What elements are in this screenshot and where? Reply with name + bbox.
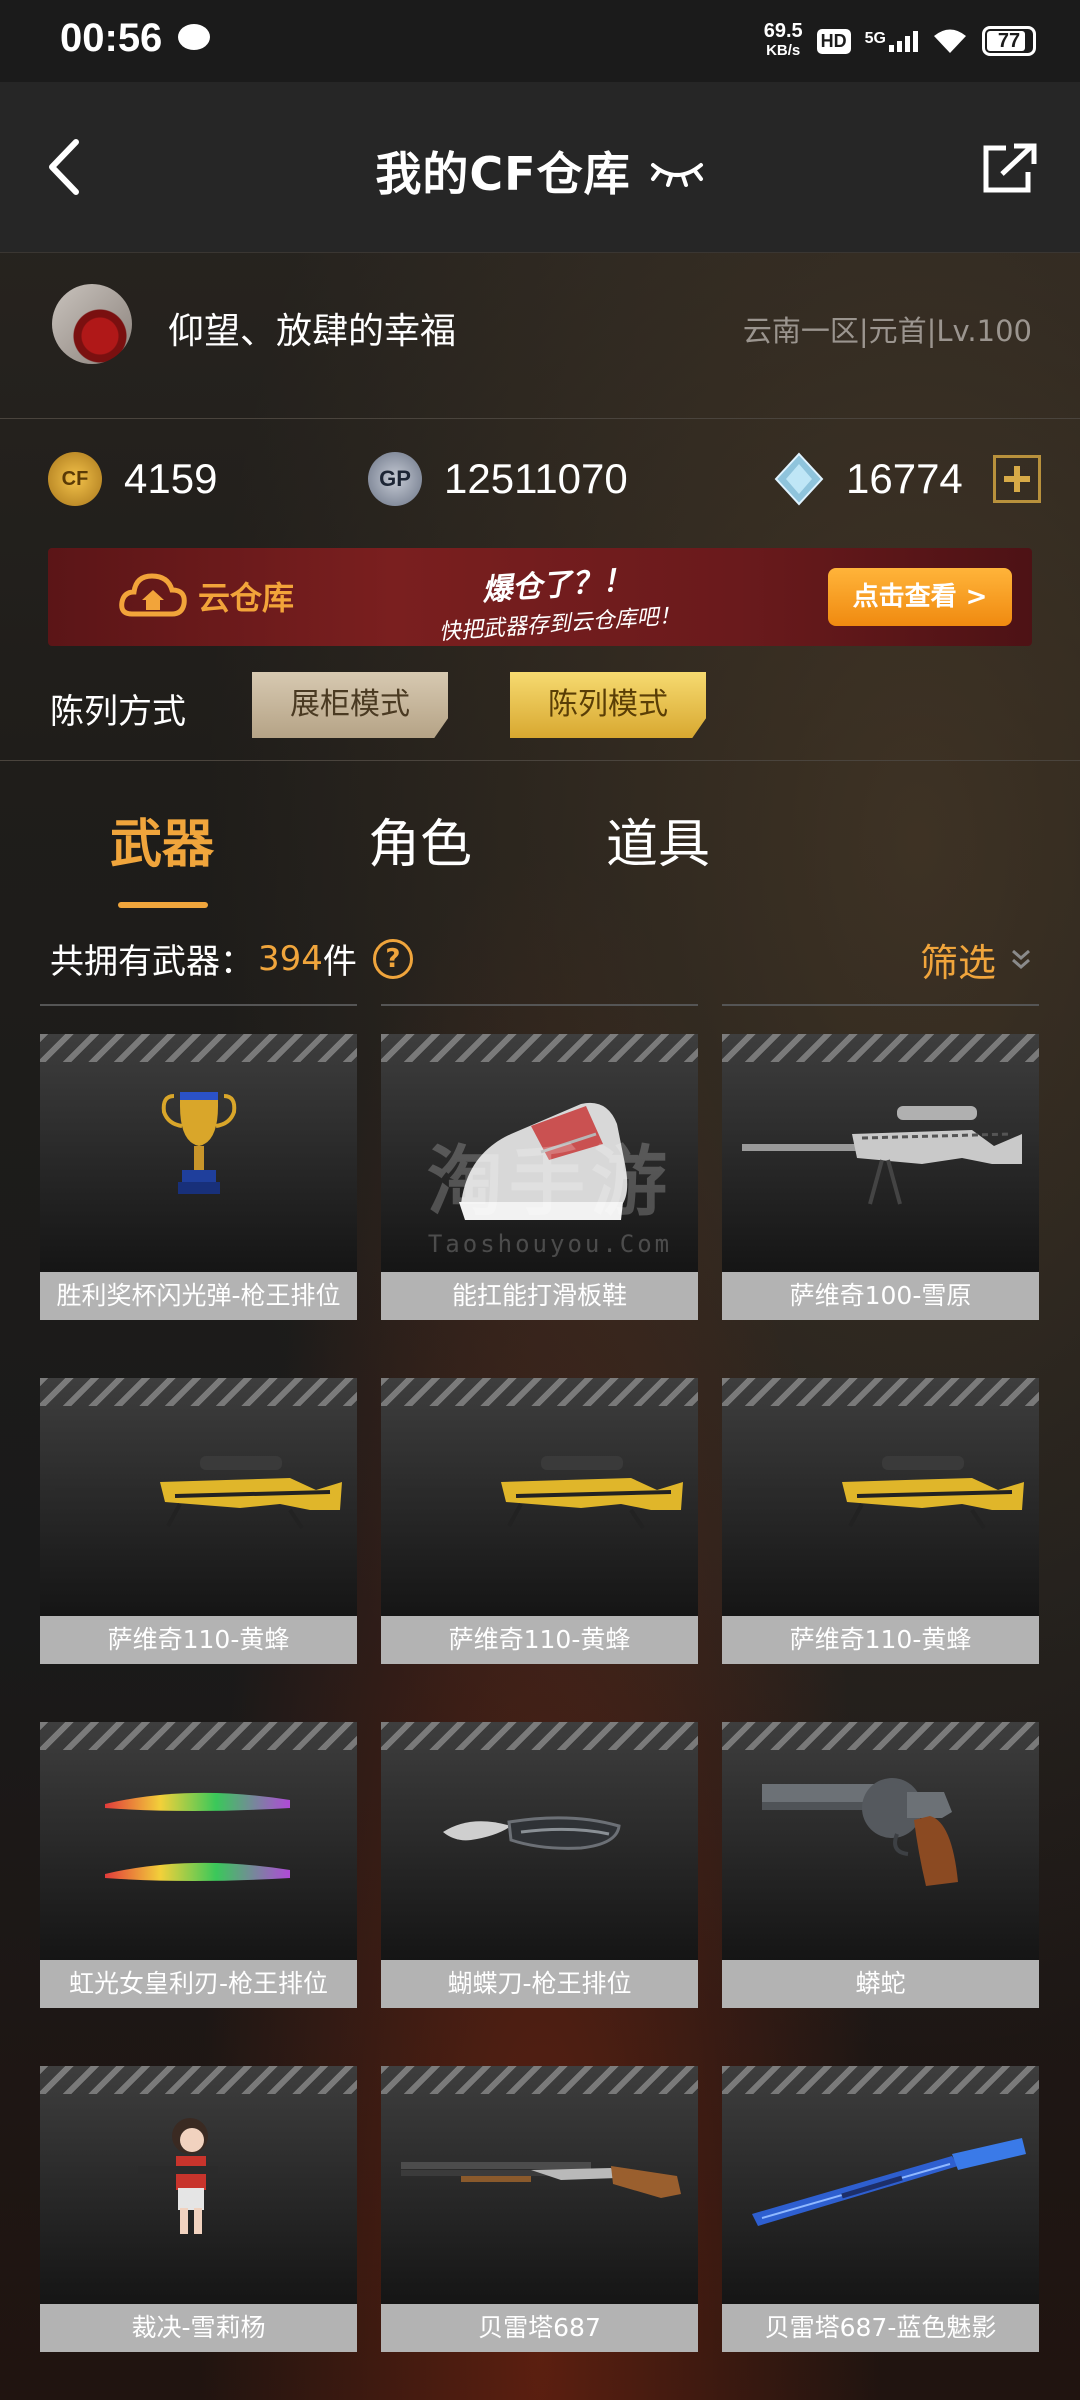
view-cloud-button[interactable]: 点击查看 > — [828, 568, 1012, 626]
diamonds: 16774 — [774, 452, 1041, 506]
item-card[interactable]: 虹光女皇利刃-枪王排位 — [40, 1692, 357, 2008]
item-name: 萨维奇100-雪原 — [722, 1272, 1039, 1320]
item-card[interactable]: 蟒蛇 — [722, 1692, 1039, 2008]
item-card[interactable]: 萨维奇110-黄蜂 — [381, 1348, 698, 1664]
butterfly-knife-icon — [381, 1722, 698, 1960]
cloud-house-icon — [119, 573, 187, 617]
item-name: 蝴蝶刀-枪王排位 — [381, 1960, 698, 2008]
cloud-warehouse-banner[interactable]: 云仓库 爆仓了？！ 快把武器存到云仓库吧！ 点击查看 > — [48, 548, 1032, 646]
hide-eye-icon[interactable] — [649, 151, 705, 191]
diamond-icon — [774, 452, 824, 506]
shotgun-blue-icon — [722, 2066, 1039, 2304]
signal-icon: 5G — [865, 30, 918, 52]
cloud-warehouse-logo: 云仓库 — [118, 568, 294, 624]
item-name: 萨维奇110-黄蜂 — [722, 1616, 1039, 1664]
currency-row: CF 4159 GP 12511070 16774 — [0, 420, 1080, 550]
share-icon[interactable] — [980, 142, 1040, 196]
item-card[interactable]: 萨维奇110-黄蜂 — [40, 1348, 357, 1664]
sniper-rifle-yellow-icon — [722, 1378, 1039, 1616]
category-tabs: 武器 角色 道具 — [0, 770, 1080, 910]
item-card[interactable]: 萨维奇110-黄蜂 — [722, 1348, 1039, 1664]
item-name: 胜利奖杯闪光弹-枪王排位 — [40, 1272, 357, 1320]
list-mode-button[interactable]: 陈列模式 — [510, 672, 706, 738]
display-mode-row: 陈列方式 展柜模式 陈列模式 — [0, 660, 1080, 761]
trophy-grenade-icon — [40, 1034, 357, 1272]
chevron-down-icon — [1012, 949, 1030, 969]
character-icon — [40, 2066, 357, 2304]
item-name: 虹光女皇利刃-枪王排位 — [40, 1960, 357, 2008]
banner-slogan: 爆仓了？！ 快把武器存到云仓库吧！ — [438, 562, 682, 646]
add-diamonds-button[interactable] — [992, 455, 1041, 503]
display-mode-label: 陈列方式 — [50, 692, 186, 732]
cabinet-mode-button[interactable]: 展柜模式 — [252, 672, 448, 738]
watermark: 淘手游 Taoshouyou.Com — [427, 1137, 673, 1258]
sniper-rifle-yellow-icon — [381, 1378, 698, 1616]
item-name: 贝雷塔687-蓝色魅影 — [722, 2304, 1039, 2352]
wifi-icon — [934, 29, 966, 53]
server-info: 云南一区|元首|Lv.100 — [742, 314, 1032, 348]
sniper-rifle-snow-icon — [722, 1034, 1039, 1272]
help-icon[interactable]: ? — [372, 938, 413, 979]
profile-row: 仰望、放肆的幸福 云南一区|元首|Lv.100 — [0, 252, 1080, 419]
cf-points: CF 4159 — [48, 452, 217, 506]
item-card[interactable]: 贝雷塔687 — [381, 2036, 698, 2352]
message-notification-icon — [178, 24, 210, 50]
username: 仰望、放肆的幸福 — [168, 311, 457, 352]
gp-points: GP 12511070 — [368, 452, 628, 506]
page-title: 我的CF仓库 — [375, 147, 631, 201]
item-name: 蟒蛇 — [722, 1960, 1039, 2008]
status-bar: 00:56 69.5 KB/s HD 5G 77 — [0, 0, 1080, 82]
gp-value: 12511070 — [444, 455, 628, 502]
item-card[interactable]: 胜利奖杯闪光弹-枪王排位 — [40, 1004, 357, 1320]
status-icons: 69.5 KB/s HD 5G 77 — [764, 18, 1036, 64]
item-name: 能扛能打滑板鞋 — [381, 1272, 698, 1320]
shotgun-icon — [381, 2066, 698, 2304]
weapon-count: 共拥有武器： 394 件 ? — [50, 934, 413, 983]
cf-coin-icon: CF — [48, 452, 102, 506]
tab-weapons[interactable]: 武器 — [110, 802, 214, 877]
hd-icon: HD — [816, 28, 851, 54]
revolver-icon — [722, 1722, 1039, 1960]
page-title-wrap: 我的CF仓库 — [0, 138, 1080, 204]
item-name: 裁决-雪莉杨 — [40, 2304, 357, 2352]
app-bar: 我的CF仓库 — [0, 82, 1080, 253]
item-name: 贝雷塔687 — [381, 2304, 698, 2352]
network-speed: 69.5 KB/s — [763, 20, 803, 59]
item-card[interactable]: 贝雷塔687-蓝色魅影 — [722, 2036, 1039, 2352]
gp-coin-icon: GP — [368, 452, 422, 506]
item-card[interactable]: 裁决-雪莉杨 — [40, 2036, 357, 2352]
sniper-rifle-yellow-icon — [40, 1378, 357, 1616]
summary-row: 共拥有武器： 394 件 ? 筛选 — [0, 920, 1080, 1000]
tab-roles[interactable]: 角色 — [368, 802, 472, 877]
battery-icon: 77 — [982, 26, 1036, 56]
filter-button[interactable]: 筛选 — [920, 932, 1032, 987]
diamonds-value: 16774 — [846, 455, 963, 502]
status-time: 00:56 — [60, 16, 163, 60]
rainbow-blades-icon — [40, 1722, 357, 1960]
item-card[interactable]: 萨维奇100-雪原 — [722, 1004, 1039, 1320]
item-name: 萨维奇110-黄蜂 — [381, 1616, 698, 1664]
avatar[interactable] — [52, 284, 132, 364]
active-tab-indicator — [118, 902, 208, 908]
weapon-count-value: 394 — [258, 938, 323, 979]
cf-points-value: 4159 — [124, 455, 218, 502]
item-card[interactable]: 蝴蝶刀-枪王排位 — [381, 1692, 698, 2008]
item-name: 萨维奇110-黄蜂 — [40, 1616, 357, 1664]
tab-items[interactable]: 道具 — [606, 802, 710, 877]
